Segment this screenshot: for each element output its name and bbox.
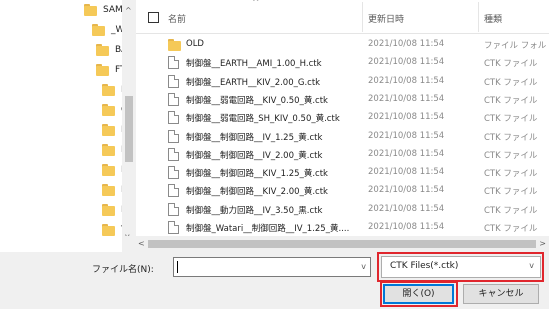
column-header-type[interactable]: 種類 bbox=[484, 12, 502, 25]
folder-icon bbox=[168, 39, 181, 51]
folder-icon bbox=[102, 144, 115, 156]
file-icon bbox=[168, 221, 179, 234]
file-icon bbox=[168, 184, 179, 198]
file-name: 制御盤__弱電回路__KIV_0.50_黄.ctk bbox=[186, 95, 328, 106]
column-header-name[interactable]: 名前 bbox=[168, 12, 186, 25]
list-header: 名前 ^ 更新日時 種類 bbox=[136, 0, 549, 34]
file-modified: 2021/10/08 11:54 bbox=[368, 93, 445, 104]
file-icon bbox=[168, 74, 179, 88]
file-type: CTK ファイル bbox=[484, 132, 538, 143]
file-row[interactable]: OLD 2021/10/08 11:54 ファイル フォルダー bbox=[136, 35, 549, 53]
file-name: 制御盤__制御回路__IV_1.25_黄.ctk bbox=[186, 132, 323, 143]
scroll-corner bbox=[122, 236, 136, 252]
file-row[interactable]: 制御盤__制御回路__IV_1.25_黄.ctk 2021/10/08 11:54… bbox=[136, 127, 549, 145]
file-type: CTK ファイル bbox=[484, 224, 538, 234]
file-type: CTK ファイル bbox=[484, 114, 538, 125]
file-name: OLD bbox=[186, 39, 204, 49]
file-row[interactable]: 制御盤__制御回路__KIV_2.00_黄.ctk 2021/10/08 11:5… bbox=[136, 181, 549, 199]
cancel-button[interactable]: キャンセル bbox=[463, 284, 539, 304]
file-row[interactable]: 制御盤__EARTH__AMI_1.00_H.ctk 2021/10/08 11:… bbox=[136, 53, 549, 71]
file-modified: 2021/10/08 11:54 bbox=[368, 112, 445, 123]
folder-icon bbox=[102, 124, 115, 136]
file-type: CTK ファイル bbox=[484, 77, 538, 88]
file-modified: 2021/10/08 11:54 bbox=[368, 39, 445, 49]
file-modified: 2021/10/08 11:54 bbox=[368, 148, 445, 159]
file-icon bbox=[168, 202, 179, 216]
file-name: 制御盤__制御回路__KIV_1.25_黄.ctk bbox=[186, 169, 328, 180]
file-type: CTK ファイル bbox=[484, 95, 538, 106]
file-modified: 2021/10/08 11:54 bbox=[368, 185, 445, 196]
file-name: 制御盤__動力回路__IV_3.50_黒.ctk bbox=[186, 205, 323, 216]
file-row[interactable]: 制御盤__弱電回路__KIV_0.50_黄.ctk 2021/10/08 11:5… bbox=[136, 90, 549, 108]
folder-icon bbox=[102, 204, 115, 216]
filename-input[interactable]: v bbox=[173, 257, 371, 277]
folder-icon bbox=[102, 164, 115, 176]
file-name: 制御盤__弱電回路_SH_KIV_0.50_黄.ctk bbox=[186, 114, 340, 125]
file-type: CTK ファイル bbox=[484, 150, 538, 161]
file-type: CTK ファイル bbox=[484, 205, 538, 216]
file-row[interactable]: 制御盤__EARTH__KIV_2.00_G.ctk 2021/10/08 11:… bbox=[136, 72, 549, 90]
file-modified: 2021/10/08 11:54 bbox=[368, 57, 445, 68]
scroll-left-icon[interactable]: < bbox=[138, 239, 145, 248]
file-modified: 2021/10/08 11:54 bbox=[368, 203, 445, 214]
file-modified: 2021/10/08 11:54 bbox=[368, 222, 445, 232]
folder-tree[interactable]: SAMF_WPBAFT_BCFINKKNT bbox=[0, 0, 136, 252]
file-row[interactable]: 制御盤__制御回路__IV_2.00_黄.ctk 2021/10/08 11:54… bbox=[136, 145, 549, 163]
folder-icon bbox=[102, 184, 115, 196]
scroll-thumb[interactable] bbox=[125, 96, 133, 162]
file-name: 制御盤__EARTH__KIV_2.00_G.ctk bbox=[186, 77, 321, 88]
filename-label: ファイル名(N): bbox=[92, 265, 154, 275]
folder-icon bbox=[96, 64, 109, 76]
column-header-modified[interactable]: 更新日時 bbox=[368, 12, 404, 25]
folder-icon bbox=[92, 24, 105, 36]
scroll-up-icon[interactable]: ^ bbox=[125, 6, 132, 15]
file-modified: 2021/10/08 11:54 bbox=[368, 167, 445, 178]
column-separator[interactable] bbox=[362, 2, 363, 32]
open-button[interactable]: 開く(O) bbox=[383, 284, 454, 304]
chevron-down-icon[interactable]: v bbox=[361, 262, 366, 271]
text-caret bbox=[177, 261, 178, 273]
file-modified: 2021/10/08 11:54 bbox=[368, 130, 445, 141]
file-name: 制御盤__制御回路__IV_2.00_黄.ctk bbox=[186, 150, 323, 161]
file-list[interactable]: 名前 ^ 更新日時 種類 OLD 2021/10/08 11:54 ファイル フォル… bbox=[136, 0, 549, 236]
file-row[interactable]: 制御盤__弱電回路_SH_KIV_0.50_黄.ctk 2021/10/08 11… bbox=[136, 108, 549, 126]
filter-value: CTK Files(*.ctk) bbox=[390, 261, 459, 271]
folder-icon bbox=[84, 4, 97, 16]
file-modified: 2021/10/08 11:54 bbox=[368, 75, 445, 86]
select-all-checkbox[interactable] bbox=[148, 12, 159, 23]
dialog-footer: ファイル名(N): v CTK Files(*.ctk) v 開く(O) キャン… bbox=[0, 252, 549, 309]
scroll-thumb[interactable] bbox=[148, 240, 536, 248]
file-icon bbox=[168, 166, 179, 180]
file-icon bbox=[168, 129, 179, 143]
file-icon bbox=[168, 92, 179, 106]
sort-indicator-icon: ^ bbox=[252, 0, 260, 8]
file-icon bbox=[168, 56, 179, 70]
folder-icon bbox=[102, 224, 115, 236]
scroll-right-icon[interactable]: > bbox=[539, 239, 546, 248]
tree-vertical-scrollbar[interactable]: ^ v bbox=[122, 0, 136, 252]
list-horizontal-scrollbar[interactable]: < > bbox=[136, 236, 549, 252]
file-row[interactable]: 制御盤__制御回路__KIV_1.25_黄.ctk 2021/10/08 11:5… bbox=[136, 163, 549, 181]
column-separator[interactable] bbox=[478, 2, 479, 32]
file-type: CTK ファイル bbox=[484, 169, 538, 180]
file-type-filter-select[interactable]: CTK Files(*.ctk) v bbox=[381, 256, 541, 278]
file-row[interactable]: 制御盤_Watari__制御回路__IV_1.25_黄.... 2021/10/0… bbox=[136, 218, 549, 236]
file-icon bbox=[168, 147, 179, 161]
folder-icon bbox=[96, 44, 109, 56]
file-type: ファイル フォルダー bbox=[484, 41, 546, 51]
file-icon bbox=[168, 111, 179, 125]
folder-icon bbox=[102, 84, 115, 96]
file-type: CTK ファイル bbox=[484, 187, 538, 198]
file-name: 制御盤__EARTH__AMI_1.00_H.ctk bbox=[186, 59, 322, 70]
folder-icon bbox=[102, 104, 115, 116]
file-row[interactable]: 制御盤__動力回路__IV_3.50_黒.ctk 2021/10/08 11:54… bbox=[136, 200, 549, 218]
file-name: 制御盤_Watari__制御回路__IV_1.25_黄.... bbox=[186, 224, 350, 234]
file-name: 制御盤__制御回路__KIV_2.00_黄.ctk bbox=[186, 187, 328, 198]
chevron-down-icon[interactable]: v bbox=[529, 261, 534, 270]
file-type: CTK ファイル bbox=[484, 59, 538, 70]
